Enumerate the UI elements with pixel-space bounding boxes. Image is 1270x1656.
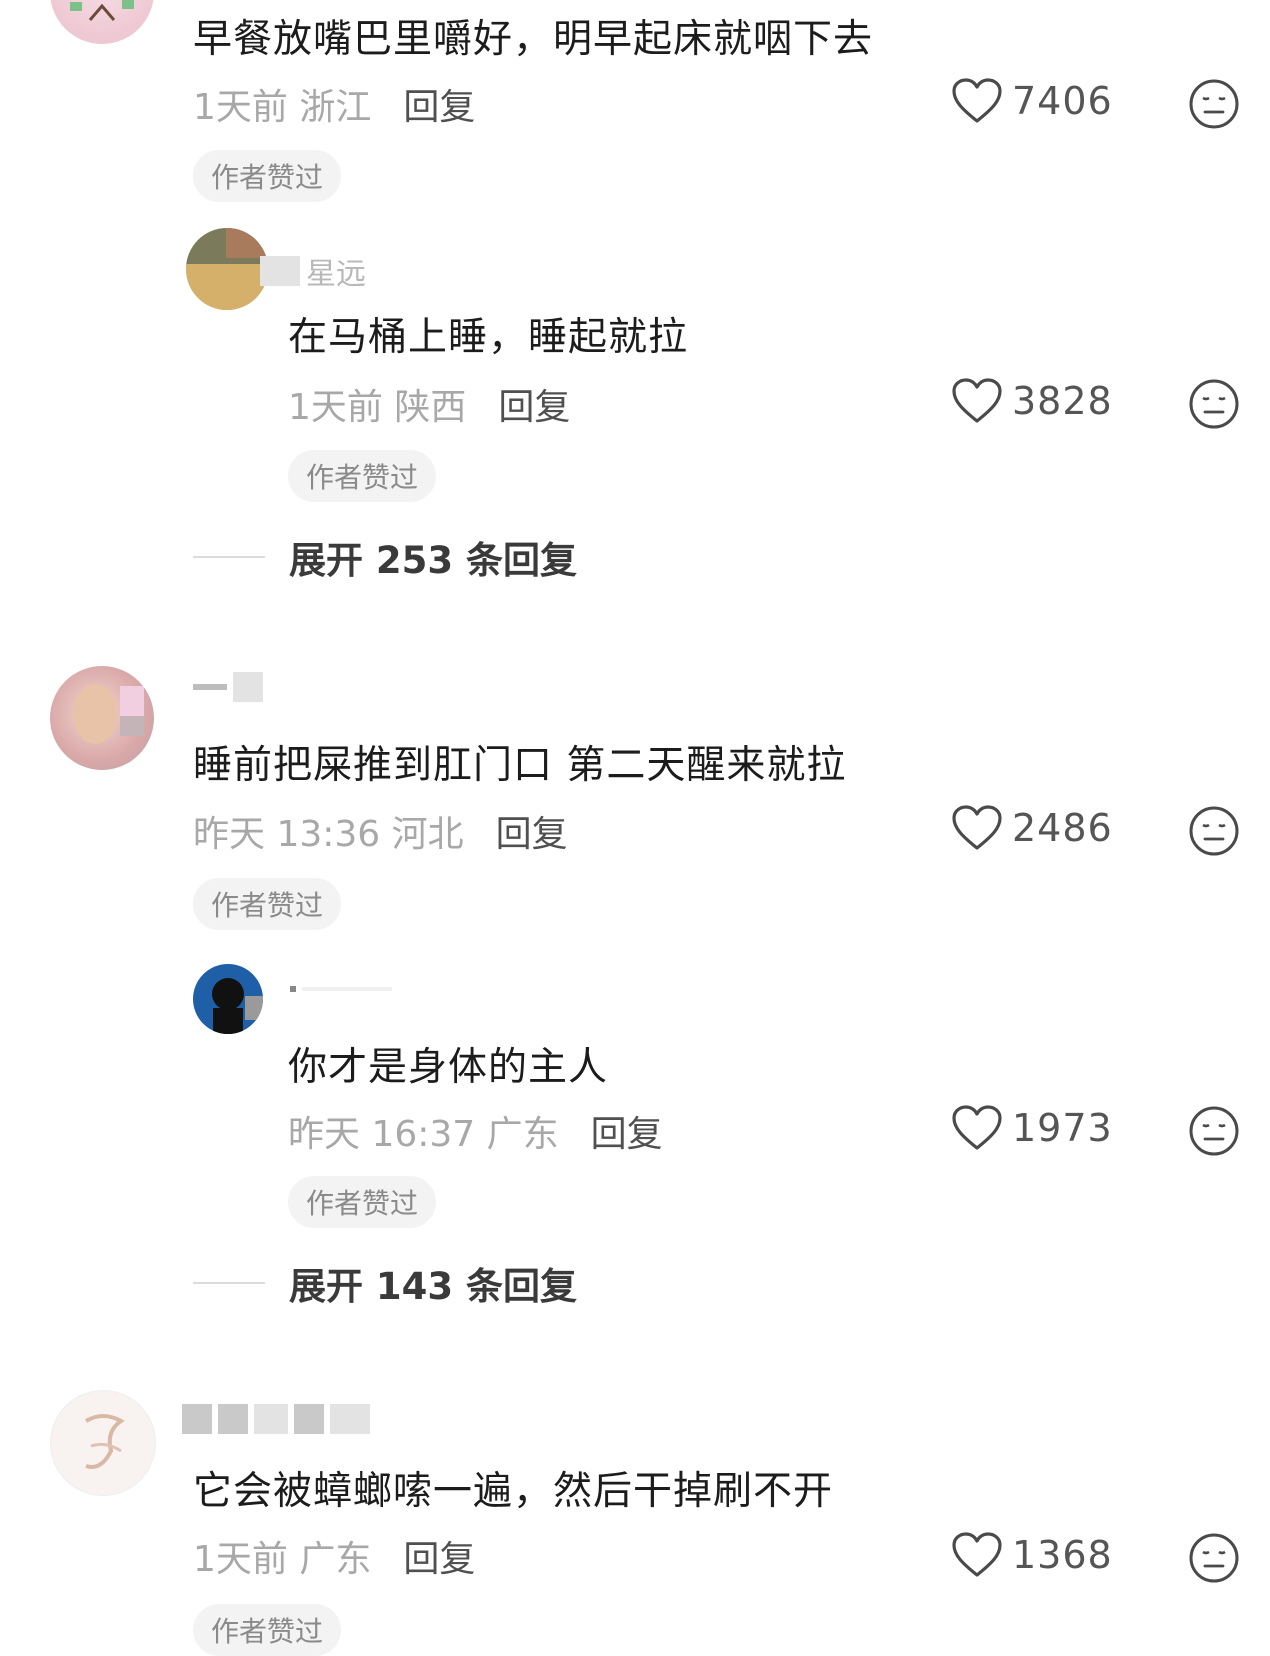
heart-outline-icon (952, 378, 1002, 423)
like-button[interactable]: 1368 (952, 1532, 1113, 1578)
comment-time-location: 昨天 13:36 河北 (193, 814, 464, 855)
comment-meta: 1天前 广东 回复 (193, 1530, 475, 1582)
like-count: 1368 (1012, 1533, 1113, 1577)
author-liked-badge: 作者赞过 (193, 150, 342, 202)
username-text: 星远 (306, 257, 366, 292)
like-count: 3828 (1012, 379, 1113, 423)
heart-outline-icon (952, 1532, 1002, 1577)
avatar[interactable] (186, 228, 268, 310)
heart-outline-icon (952, 78, 1002, 123)
author-liked-badge: 作者赞过 (193, 878, 342, 930)
neutral-face-icon[interactable] (1188, 78, 1240, 130)
neutral-face-icon[interactable] (1188, 1105, 1240, 1157)
comment-meta: 1天前 陕西 回复 (288, 378, 570, 430)
comment-text: 在马桶上睡，睡起就拉 (288, 315, 689, 360)
username-blur (290, 986, 296, 992)
username-blur (193, 684, 227, 690)
neutral-face-icon[interactable] (1188, 1532, 1240, 1584)
like-count: 1973 (1012, 1106, 1113, 1150)
heart-outline-icon (952, 1105, 1002, 1150)
username[interactable] (182, 1404, 370, 1434)
comment-time-location: 1天前 陕西 (288, 387, 467, 428)
avatar[interactable] (50, 666, 154, 770)
comment-meta: 1天前 浙江 回复 (193, 78, 475, 130)
username-blur (330, 1404, 370, 1434)
avatar-image (73, 684, 144, 744)
avatar[interactable] (50, 1390, 156, 1496)
like-button[interactable]: 3828 (952, 378, 1113, 424)
comment-text: 睡前把屎推到肛门口 第二天醒来就拉 (193, 743, 847, 788)
username[interactable]: 星远 (260, 256, 366, 292)
like-button[interactable]: 7406 (952, 78, 1113, 124)
username-blur (260, 256, 300, 286)
comment-text: 早餐放嘴巴里嚼好，明早起床就咽下去 (193, 17, 874, 62)
like-button[interactable]: 2486 (952, 805, 1113, 851)
comment-meta: 昨天 13:36 河北 回复 (193, 805, 568, 857)
avatar[interactable] (50, 0, 154, 44)
comment-text: 你才是身体的主人 (288, 1045, 609, 1090)
username-blur (254, 1404, 288, 1434)
expand-replies-button[interactable]: 展开 143 条回复 (193, 1256, 577, 1310)
username-blur (302, 987, 392, 991)
username-blur (182, 1404, 212, 1434)
username[interactable] (193, 672, 263, 702)
divider-line (193, 1282, 265, 1284)
comment-time-location: 昨天 16:37 广东 (288, 1114, 559, 1155)
avatar-image (212, 978, 263, 1034)
expand-replies-label: 展开 143 条回复 (289, 1265, 577, 1308)
author-liked-badge: 作者赞过 (193, 1604, 342, 1656)
reply-button[interactable]: 回复 (403, 1530, 475, 1582)
username-blur (218, 1404, 248, 1434)
avatar-image (70, 0, 134, 21)
comment-text: 它会被蟑螂嗦一遍，然后干掉刷不开 (193, 1469, 834, 1514)
comment-time-location: 1天前 浙江 (193, 87, 372, 128)
neutral-face-icon[interactable] (1188, 805, 1240, 857)
username[interactable] (290, 974, 392, 1004)
heart-outline-icon (952, 805, 1002, 850)
author-liked-badge: 作者赞过 (288, 450, 437, 502)
username-blur (233, 672, 263, 702)
avatar[interactable] (193, 964, 263, 1034)
avatar-image (84, 1414, 125, 1469)
like-button[interactable]: 1973 (952, 1105, 1113, 1151)
username-blur (294, 1404, 324, 1434)
reply-button[interactable]: 回复 (496, 805, 568, 857)
reply-button[interactable]: 回复 (591, 1105, 663, 1157)
avatar-image (186, 228, 268, 310)
expand-replies-label: 展开 253 条回复 (289, 539, 577, 582)
author-liked-badge: 作者赞过 (288, 1176, 437, 1228)
reply-button[interactable]: 回复 (498, 378, 570, 430)
neutral-face-icon[interactable] (1188, 378, 1240, 430)
like-count: 2486 (1012, 806, 1113, 850)
reply-button[interactable]: 回复 (403, 78, 475, 130)
expand-replies-button[interactable]: 展开 253 条回复 (193, 530, 577, 584)
comment-time-location: 1天前 广东 (193, 1539, 372, 1580)
like-count: 7406 (1012, 79, 1113, 123)
divider-line (193, 556, 265, 558)
comment-meta: 昨天 16:37 广东 回复 (288, 1105, 663, 1157)
